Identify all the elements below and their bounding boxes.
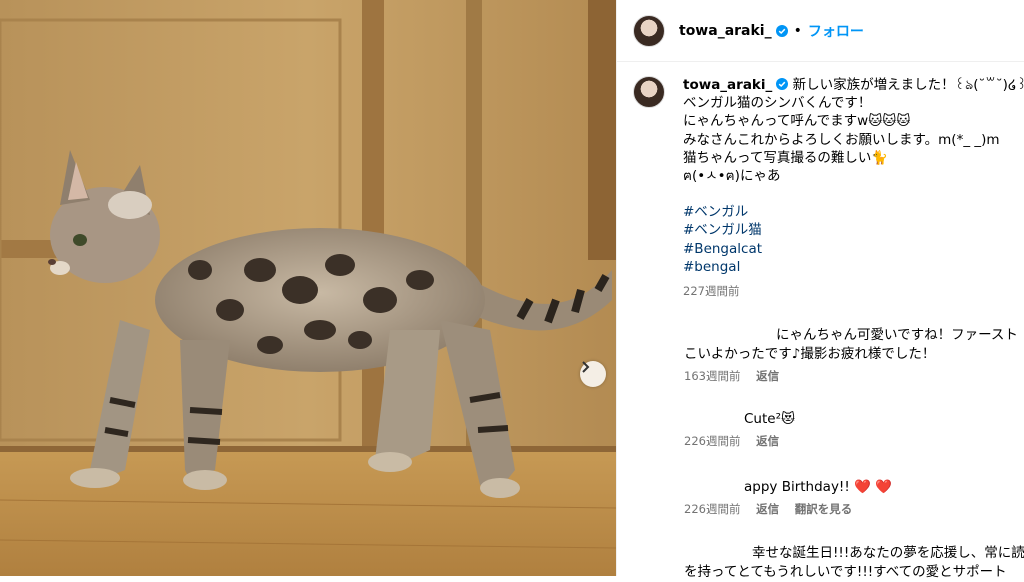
caption-line: にゃんちゃんって呼んでますw🐱🐱🐱: [683, 113, 911, 130]
hashtag-link[interactable]: #bengal: [683, 258, 1023, 276]
comment-line: こいよかったです♪撮影お疲れ様でした！: [684, 346, 936, 362]
comment-line: 幸せな誕生日!!!あなたの夢を応援し、常に読: [752, 545, 1024, 561]
comment-time[interactable]: 163週間前: [684, 369, 740, 383]
caption-username[interactable]: towa_araki_: [683, 77, 772, 93]
caption-body: towa_araki_ 新しい家族が増えました！꒰ঌ(˘꒳˘)໒꒱ ベンガル猫の…: [683, 76, 1024, 300]
hashtag-link[interactable]: #ベンガル: [683, 203, 1023, 221]
post-photo: [0, 0, 616, 576]
hashtag-link[interactable]: #ベンガル猫: [683, 221, 1023, 239]
caption-line: ベンガル猫のシンバくんです！: [683, 95, 872, 112]
comment-meta: 226週間前 返信: [684, 433, 795, 449]
post-header: towa_araki_ • フォロー: [617, 0, 1024, 62]
caption-line: towa_araki_ 新しい家族が増えました！꒰ঌ(˘꒳˘)໒꒱: [683, 76, 1024, 94]
reply-button[interactable]: 返信: [756, 502, 779, 516]
next-photo-button[interactable]: [580, 361, 606, 387]
avatar[interactable]: [633, 14, 665, 47]
caption-text: 新しい家族が増えました！꒰ঌ(˘꒳˘)໒꒱: [792, 77, 1024, 93]
comment-item: appy Birthday!! ❤️ ❤️ 226週間前 返信 翻訳を見る: [684, 478, 892, 517]
reply-button[interactable]: 返信: [756, 434, 779, 448]
header-username[interactable]: towa_araki_: [679, 23, 772, 39]
comment-item: 幸せな誕生日!!!あなたの夢を応援し、常に読 を持ってとてもうれしいです!!!す…: [684, 544, 1024, 582]
verified-badge-icon: [775, 24, 788, 37]
separator-dot: •: [793, 22, 802, 39]
comment-line: Cute²😻: [744, 411, 796, 427]
comment-line: を持ってとてもうれしいです!!!すべての愛とサポート: [684, 564, 1007, 580]
comment-meta: 226週間前 返信 翻訳を見る: [684, 501, 892, 517]
verified-badge-icon: [776, 78, 789, 90]
translate-button[interactable]: 翻訳を見る: [795, 502, 853, 516]
caption-line: みなさんこれからよろしくお願いします。m(*_ _)m: [683, 131, 1000, 148]
follow-button[interactable]: フォロー: [808, 21, 864, 41]
post-time-ago[interactable]: 227週間前: [683, 282, 1023, 300]
hashtag-list: #ベンガル #ベンガル猫 #Bengalcat #bengal: [683, 203, 1023, 276]
instagram-post-view: towa_araki_ • フォロー towa_araki_ 新しい家族が増えま…: [0, 0, 1024, 580]
caption-line: 猫ちゃんって写真撮るの難しい🐈: [683, 149, 889, 166]
comment-line: appy Birthday!! ❤️ ❤️: [744, 479, 892, 495]
comment-meta: 163週間前 返信: [684, 368, 1018, 384]
comment-item: にゃんちゃん可愛いですね！ファースト こいよかったです♪撮影お疲れ様でした！ 1…: [684, 326, 1018, 384]
comment-time[interactable]: 226週間前: [684, 502, 740, 516]
comment-time[interactable]: 226週間前: [684, 434, 740, 448]
post-caption: towa_araki_ 新しい家族が増えました！꒰ঌ(˘꒳˘)໒꒱ ベンガル猫の…: [633, 76, 1024, 300]
comment-text: 幸せな誕生日!!!あなたの夢を応援し、常に読 を持ってとてもうれしいです!!!す…: [684, 544, 1024, 582]
hashtag-link[interactable]: #Bengalcat: [683, 240, 1023, 258]
comment-text: appy Birthday!! ❤️ ❤️: [684, 478, 892, 497]
comment-line: にゃんちゃん可愛いですね！ファースト: [776, 327, 1018, 343]
comment-text: Cute²😻: [684, 410, 795, 429]
caption-line: ฅ(•ㅅ•ฅ)にゃあ: [683, 168, 781, 185]
reply-button[interactable]: 返信: [756, 369, 779, 383]
avatar[interactable]: [633, 76, 665, 108]
cat-photo-illustration: [0, 0, 616, 576]
comment-text: にゃんちゃん可愛いですね！ファースト こいよかったです♪撮影お疲れ様でした！: [684, 326, 1018, 364]
comment-item: Cute²😻 226週間前 返信: [684, 410, 795, 449]
